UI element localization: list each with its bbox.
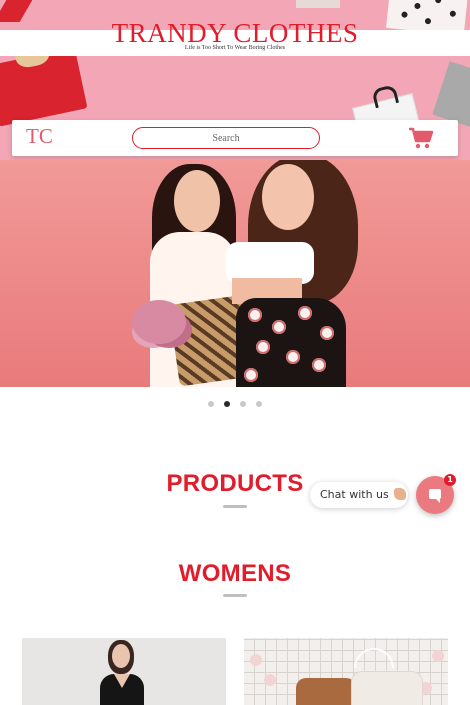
chat-unread-badge: 1: [444, 474, 456, 486]
womens-heading: WOMENS: [178, 560, 292, 587]
logo[interactable]: TC: [26, 124, 53, 149]
product-card[interactable]: [244, 638, 448, 705]
carousel-dot[interactable]: [240, 401, 246, 407]
carousel-dot-active[interactable]: [224, 401, 230, 407]
chat-bubble-icon: [429, 489, 441, 503]
gift-box-image: [0, 47, 88, 127]
chat-label: Chat with us: [320, 488, 389, 501]
shopping-cart-icon[interactable]: [408, 126, 434, 150]
banner-decoration: [296, 0, 340, 8]
carousel-dot[interactable]: [256, 401, 262, 407]
page: TRANDY CLOTHES Life is Too Short To Wear…: [0, 0, 470, 705]
heading-underline: [223, 594, 247, 597]
hero-carousel-image[interactable]: [0, 160, 470, 387]
gift-box-image: [432, 61, 470, 127]
navbar: TC: [12, 120, 458, 156]
tagline: Life is Too Short To Wear Boring Clothes: [184, 45, 286, 51]
heading-underline: [223, 505, 247, 508]
search-input[interactable]: [132, 127, 320, 149]
waving-hand-icon: [394, 488, 407, 500]
carousel-dots: [0, 401, 470, 409]
carousel-dot[interactable]: [208, 401, 214, 407]
product-card[interactable]: [22, 638, 226, 705]
chat-with-us-button[interactable]: Chat with us: [310, 482, 408, 508]
